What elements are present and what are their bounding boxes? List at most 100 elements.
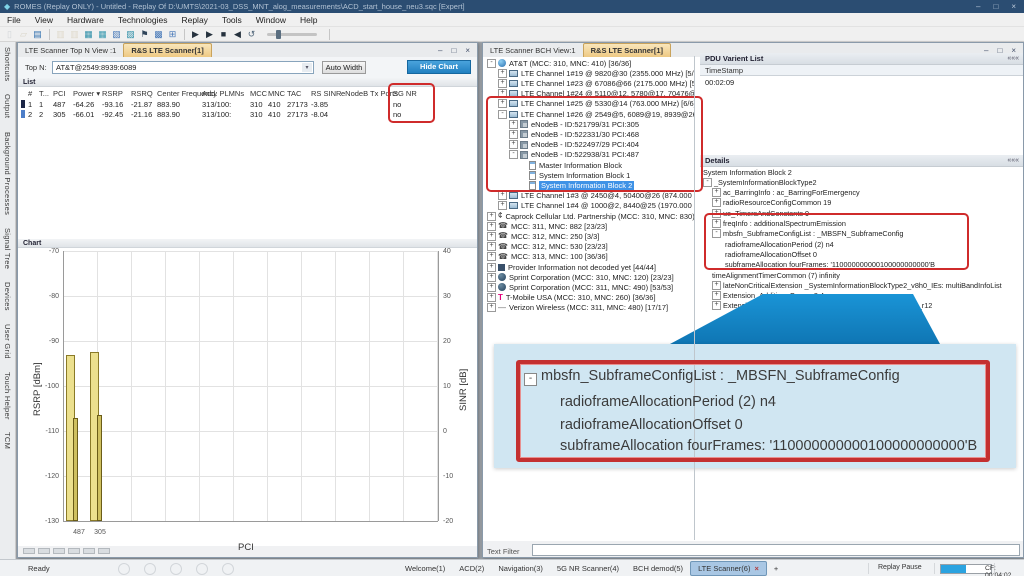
collapse-icon[interactable]: - xyxy=(703,178,712,187)
views-grid-icon[interactable]: ⊞ xyxy=(166,28,179,41)
expand-icon[interactable]: + xyxy=(487,242,496,251)
tree-item[interactable]: +—Verizon Wireless (MCC: 311, MNC: 480) … xyxy=(483,303,695,313)
expand-icon[interactable]: + xyxy=(487,212,496,221)
menu-hardware[interactable]: Hardware xyxy=(60,15,111,25)
tree-item[interactable]: +LTE Channel 1#23 @ 67086@66 (2175.000 M… xyxy=(483,78,695,88)
tree-item[interactable]: -AT&T (MCC: 310, MNC: 410) [36/36] xyxy=(483,58,695,68)
expand-icon[interactable]: + xyxy=(487,303,496,312)
minimize-icon[interactable]: – xyxy=(438,46,442,55)
tree-item[interactable]: +Provider Information not decoded yet [4… xyxy=(483,262,695,272)
menu-view[interactable]: View xyxy=(28,15,60,25)
measurement-icon[interactable]: ▨ xyxy=(124,28,137,41)
replay-speed-slider[interactable] xyxy=(267,33,317,36)
chart-page-tab[interactable] xyxy=(38,548,50,554)
sidebar-tab-user-grid[interactable]: User Grid xyxy=(3,324,12,359)
column-header[interactable]: # xyxy=(28,89,32,98)
column-header[interactable]: RSRP xyxy=(102,89,123,98)
workspace-tab-navigation-3-[interactable]: Navigation(3) xyxy=(491,562,550,575)
expand-icon[interactable]: + xyxy=(487,283,496,292)
auto-width-button[interactable]: Auto Width xyxy=(322,61,366,74)
chart-page-tab[interactable] xyxy=(68,548,80,554)
expand-icon[interactable]: + xyxy=(487,263,496,272)
expand-icon[interactable]: + xyxy=(712,291,721,300)
tree-item[interactable]: +☎MCC: 312, MNC: 250 [3/3] xyxy=(483,231,695,241)
open-folder-icon[interactable]: ▱ xyxy=(17,28,30,41)
details-row[interactable]: +ac_BarringInfo : ac_BarringForEmergency xyxy=(700,188,1023,198)
sidebar-tab-output[interactable]: Output xyxy=(3,94,12,118)
workspace-tab-lte-scanner-6-[interactable]: LTE Scanner(6)× xyxy=(690,561,767,576)
pdu-timestamp-value[interactable]: 00:02:09 xyxy=(705,78,734,87)
route-flag-icon[interactable]: ⚑ xyxy=(138,28,151,41)
expand-icon[interactable]: + xyxy=(487,273,496,282)
expand-icon[interactable]: + xyxy=(487,293,496,302)
expand-icon[interactable]: + xyxy=(487,252,496,261)
tree-item[interactable]: +☎MCC: 313, MNC: 100 [36/36] xyxy=(483,252,695,262)
menu-tools[interactable]: Tools xyxy=(215,15,249,25)
step-forward-icon[interactable]: ▶ xyxy=(189,28,202,41)
details-row[interactable]: System Information Block 2 xyxy=(700,167,1023,177)
menu-help[interactable]: Help xyxy=(293,15,324,25)
workspace-icon[interactable]: ▦ xyxy=(96,28,109,41)
sidebar-tab-signal-tree[interactable]: Signal Tree xyxy=(3,228,12,269)
column-header[interactable]: RSRQ xyxy=(131,89,153,98)
expand-icon[interactable]: + xyxy=(487,222,496,231)
topn-combo[interactable]: AT&T@2549:8939:6089 ▾ xyxy=(52,61,314,74)
maximize-icon[interactable]: □ xyxy=(993,2,998,11)
sidebar-tab-shortcuts[interactable]: Shortcuts xyxy=(3,47,12,81)
sidebar-tab-devices[interactable]: Devices xyxy=(3,282,12,311)
slider-handle[interactable] xyxy=(276,30,281,39)
cut-icon[interactable]: ▥ xyxy=(54,28,67,41)
expand-icon[interactable]: + xyxy=(712,301,721,310)
signal-tree-icon[interactable]: ▦ xyxy=(82,28,95,41)
tree-item[interactable]: +Sprint Corporation (MCC: 310, MNC: 120)… xyxy=(483,272,695,282)
column-header[interactable]: MCC xyxy=(250,89,267,98)
tree-item[interactable]: +¢Caprock Cellular Ltd. Partnership (MCC… xyxy=(483,211,695,221)
close-icon[interactable]: × xyxy=(465,46,470,55)
tree-item[interactable]: +LTE Channel 1#3 @ 2450@4, 50400@26 (874… xyxy=(483,191,695,201)
details-row[interactable]: +radioResourceConfigCommon 19 xyxy=(700,198,1023,208)
menu-technologies[interactable]: Technologies xyxy=(111,15,175,25)
expand-icon[interactable]: + xyxy=(487,232,496,241)
column-header[interactable]: RS SINR xyxy=(311,89,341,98)
workspace-tab-acd-2-[interactable]: ACD(2) xyxy=(452,562,491,575)
bch-tab[interactable]: LTE Scanner BCH View:1 xyxy=(483,44,583,57)
save-icon[interactable]: ▤ xyxy=(31,28,44,41)
jump-to-start-icon[interactable]: ◀ xyxy=(231,28,244,41)
tree-item[interactable]: +☎MCC: 311, MNC: 882 [23/23] xyxy=(483,221,695,231)
tree-item[interactable]: +Sprint Corporation (MCC: 311, MNC: 490)… xyxy=(483,282,695,292)
map-icon[interactable]: ▩ xyxy=(152,28,165,41)
topn-tab[interactable]: R&S LTE Scanner[1] xyxy=(123,43,211,57)
close-icon[interactable]: × xyxy=(754,564,758,573)
copy-icon[interactable]: ▥ xyxy=(68,28,81,41)
tree-item[interactable]: +TT-Mobile USA (MCC: 310, MNC: 260) [36/… xyxy=(483,293,695,303)
sidebar-tab-tcm[interactable]: TCM xyxy=(3,432,12,449)
repeat-icon[interactable]: ↺ xyxy=(245,28,258,41)
column-header[interactable]: PCI xyxy=(53,89,66,98)
sidebar-tab-touch-helper[interactable]: Touch Helper xyxy=(3,372,12,420)
expand-icon[interactable]: + xyxy=(498,69,507,78)
chart-page-tab[interactable] xyxy=(83,548,95,554)
chart-page-tab[interactable] xyxy=(98,548,110,554)
menu-file[interactable]: File xyxy=(0,15,28,25)
details-row[interactable]: +lateNonCriticalExtension _SystemInforma… xyxy=(700,280,1023,290)
options-icon[interactable]: ▧ xyxy=(110,28,123,41)
chart-page-tab[interactable] xyxy=(53,548,65,554)
play-icon[interactable]: ▶ xyxy=(203,28,216,41)
column-header[interactable]: T... xyxy=(39,89,49,98)
minimize-icon[interactable]: – xyxy=(976,2,980,11)
details-row[interactable]: timeAlignmentTimerCommon (7) infinity xyxy=(700,270,1023,280)
expand-icon[interactable]: + xyxy=(498,191,507,200)
new-document-icon[interactable]: ▯ xyxy=(3,28,16,41)
pdu-timestamp-column[interactable]: TimeStamp xyxy=(700,65,1023,76)
close-icon[interactable]: × xyxy=(1011,2,1016,11)
column-header[interactable]: Power ▾ xyxy=(73,89,100,98)
collapse-chevrons-icon[interactable]: ««« xyxy=(1007,155,1019,167)
hide-chart-button[interactable]: Hide Chart xyxy=(407,60,471,74)
workspace-tab-5g-nr-scanner-4-[interactable]: 5G NR Scanner(4) xyxy=(550,562,626,575)
expand-icon[interactable]: + xyxy=(712,188,721,197)
sidebar-tab-background-processes[interactable]: Background Processes xyxy=(3,132,12,215)
chart-page-tab[interactable] xyxy=(23,548,35,554)
menu-replay[interactable]: Replay xyxy=(174,15,214,25)
tree-item[interactable]: +LTE Channel 1#4 @ 1000@2, 8440@25 (1970… xyxy=(483,201,695,211)
collapse-chevrons-icon[interactable]: ««« xyxy=(1007,53,1019,65)
